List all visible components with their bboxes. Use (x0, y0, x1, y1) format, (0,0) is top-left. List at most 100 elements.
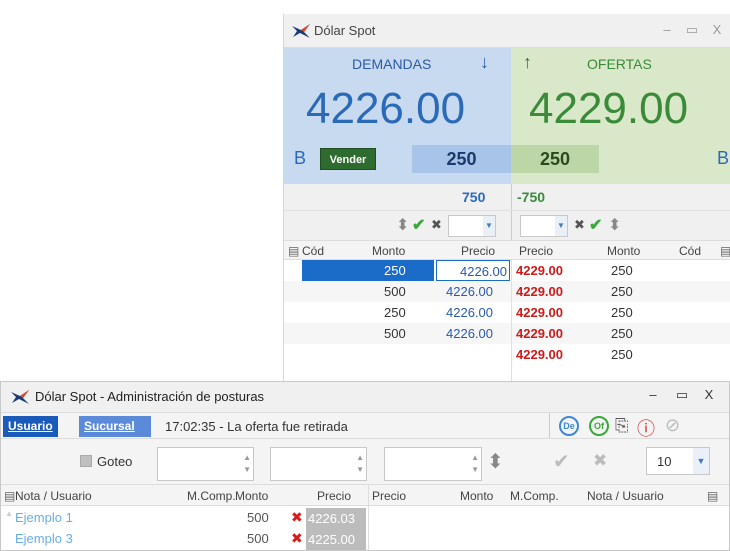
admin-window-title: Dólar Spot - Administración de posturas (35, 389, 265, 404)
goteo-label: Goteo (97, 454, 133, 469)
tab-sucursal[interactable]: Sucursal (79, 416, 151, 437)
close-button[interactable]: X (709, 22, 725, 37)
minimize-button[interactable]: – (645, 387, 661, 402)
ask-precio: 4229.00 (516, 305, 563, 320)
row-monto: 500 (247, 531, 269, 546)
app-logo-icon (292, 24, 310, 38)
table-row[interactable]: 250 4226.00 4229.00 250 (284, 302, 730, 323)
column-menu-icon[interactable]: ▤ (288, 244, 299, 258)
offer-label: OFERTAS (587, 56, 652, 72)
book-divider (511, 260, 512, 384)
demand-filter-icon[interactable]: De (559, 416, 579, 436)
bid-monto: 500 (384, 284, 406, 299)
table-row[interactable]: 500 4226.00 4229.00 250 (284, 281, 730, 302)
demand-label: DEMANDAS (352, 56, 432, 72)
col-mcomp-right[interactable]: M.Comp. (510, 489, 559, 503)
sort-updown-icon[interactable]: ⬍ (396, 215, 409, 235)
col-cod-right[interactable]: Cód (679, 244, 701, 258)
admin-input-row: Goteo ▲ ▼ ▲ ▼ ▲ ▼ ⬍ ✔ ✖ 10 ▼ (1, 438, 729, 484)
third-input[interactable]: ▲ ▼ (384, 447, 482, 481)
col-monto-left[interactable]: Monto (372, 244, 405, 258)
row-monto: 500 (247, 510, 269, 525)
dolar-spot-window: Dólar Spot – ▭ X DEMANDAS ↓ 4226.00 B Ve… (283, 14, 730, 384)
page-size-select[interactable]: 10 ▼ (646, 447, 710, 475)
cancel-order-icon[interactable]: ✖ (291, 530, 303, 547)
table-row[interactable]: 500 4226.00 4229.00 250 (284, 323, 730, 344)
sort-updown-icon[interactable]: ⬍ (487, 449, 504, 474)
monto-input[interactable]: ▲ ▼ (157, 447, 254, 481)
ask-monto: 250 (611, 263, 633, 278)
table-row[interactable]: 250 4226.00 4229.00 250 (284, 260, 730, 281)
demand-price[interactable]: 4226.00 (306, 84, 465, 134)
orderbook-header: ▤ Cód Monto Precio Precio Monto Cód ▤ (284, 240, 730, 260)
bid-monto: 500 (384, 326, 406, 341)
offer-filter-icon[interactable]: Of (589, 416, 609, 436)
status-message: 17:02:35 - La oferta fue retirada (165, 419, 348, 434)
sell-button[interactable]: Vender (320, 148, 376, 170)
sort-updown-icon[interactable]: ⬍ (608, 215, 621, 235)
column-menu-icon[interactable]: ▤ (4, 489, 15, 503)
col-monto-right[interactable]: Monto (607, 244, 640, 258)
demand-b-label: B (294, 148, 307, 168)
spot-window-title: Dólar Spot (314, 23, 376, 38)
col-precio-left[interactable]: Precio (461, 244, 495, 258)
column-menu-icon[interactable]: ▤ (720, 244, 730, 258)
demand-total: 750 (462, 189, 486, 205)
arrow-up-icon: ↑ (523, 52, 532, 72)
table-row[interactable]: 4229.00 250 (284, 344, 730, 365)
maximize-button[interactable]: ▭ (674, 387, 690, 403)
export-icon[interactable]: ⎘ (615, 416, 629, 436)
cancel-icon[interactable]: ✖ (574, 217, 585, 233)
page-size-value: 10 (657, 454, 672, 469)
offer-total: -750 (517, 189, 546, 205)
offer-filter-select[interactable]: ▼ (520, 215, 568, 237)
ask-monto: 250 (611, 347, 633, 362)
cancel-order-icon[interactable]: ✖ (291, 509, 303, 526)
chevron-down-icon: ▼ (693, 448, 709, 474)
minimize-button[interactable]: – (659, 22, 675, 37)
admin-title-bar[interactable]: Dólar Spot - Administración de posturas … (1, 382, 729, 412)
col-monto-left[interactable]: Monto (235, 489, 268, 503)
col-precio-left[interactable]: Precio (317, 489, 351, 503)
check-icon[interactable]: ✔ (589, 215, 602, 235)
col-cod-left[interactable]: Cód (302, 244, 324, 258)
check-icon[interactable]: ✔ (412, 215, 425, 235)
bid-precio: 4226.00 (446, 305, 493, 320)
cancel-icon[interactable]: ✖ (431, 217, 442, 233)
col-nota-right[interactable]: Nota / Usuario (587, 489, 664, 503)
demand-qty[interactable]: 250 (412, 145, 511, 173)
row-nota: Ejemplo 1 (15, 510, 73, 525)
spot-title-bar[interactable]: Dólar Spot – ▭ X (284, 14, 730, 48)
col-mcomp-left[interactable]: M.Comp. (187, 489, 236, 503)
totals-row: 750 -750 (284, 184, 730, 210)
goteo-checkbox[interactable] (80, 455, 92, 467)
table-row[interactable]: ▲ Ejemplo 1 500 ✖ 4226.03 (1, 508, 729, 529)
remove-all-icon[interactable]: ⊘ (665, 415, 680, 436)
offer-qty[interactable]: 250 (511, 145, 599, 173)
col-precio-right[interactable]: Precio (372, 489, 406, 503)
ask-precio: 4229.00 (516, 326, 563, 341)
col-precio-right[interactable]: Precio (519, 244, 553, 258)
close-button[interactable]: X (701, 387, 717, 402)
offer-b-label: B (717, 148, 730, 168)
arrow-down-icon: ↓ (480, 52, 489, 72)
demand-filter-select[interactable]: ▼ (448, 215, 496, 237)
column-menu-icon[interactable]: ▤ (707, 489, 718, 503)
tab-usuario[interactable]: Usuario (3, 416, 58, 437)
row-precio: 4225.00 (306, 529, 366, 550)
table-row[interactable]: Ejemplo 3 500 ✖ 4225.00 (1, 529, 729, 550)
app-logo-icon (11, 390, 29, 404)
offer-price[interactable]: 4229.00 (529, 84, 688, 134)
confirm-icon[interactable]: ✔ (553, 449, 570, 474)
admin-toolbar: Usuario Sucursal 17:02:35 - La oferta fu… (1, 412, 729, 439)
maximize-button[interactable]: ▭ (684, 22, 700, 38)
ask-precio: 4229.00 (516, 263, 563, 278)
demand-panel: DEMANDAS ↓ 4226.00 B Vender 250 (284, 48, 511, 184)
cancel-icon[interactable]: ✖ (593, 451, 607, 471)
row-marker: ▲ (5, 509, 13, 518)
col-nota-left[interactable]: Nota / Usuario (15, 489, 92, 503)
col-monto-right[interactable]: Monto (460, 489, 493, 503)
precio-input[interactable]: ▲ ▼ (270, 447, 367, 481)
ask-monto: 250 (611, 305, 633, 320)
bid-monto: 250 (384, 263, 406, 278)
